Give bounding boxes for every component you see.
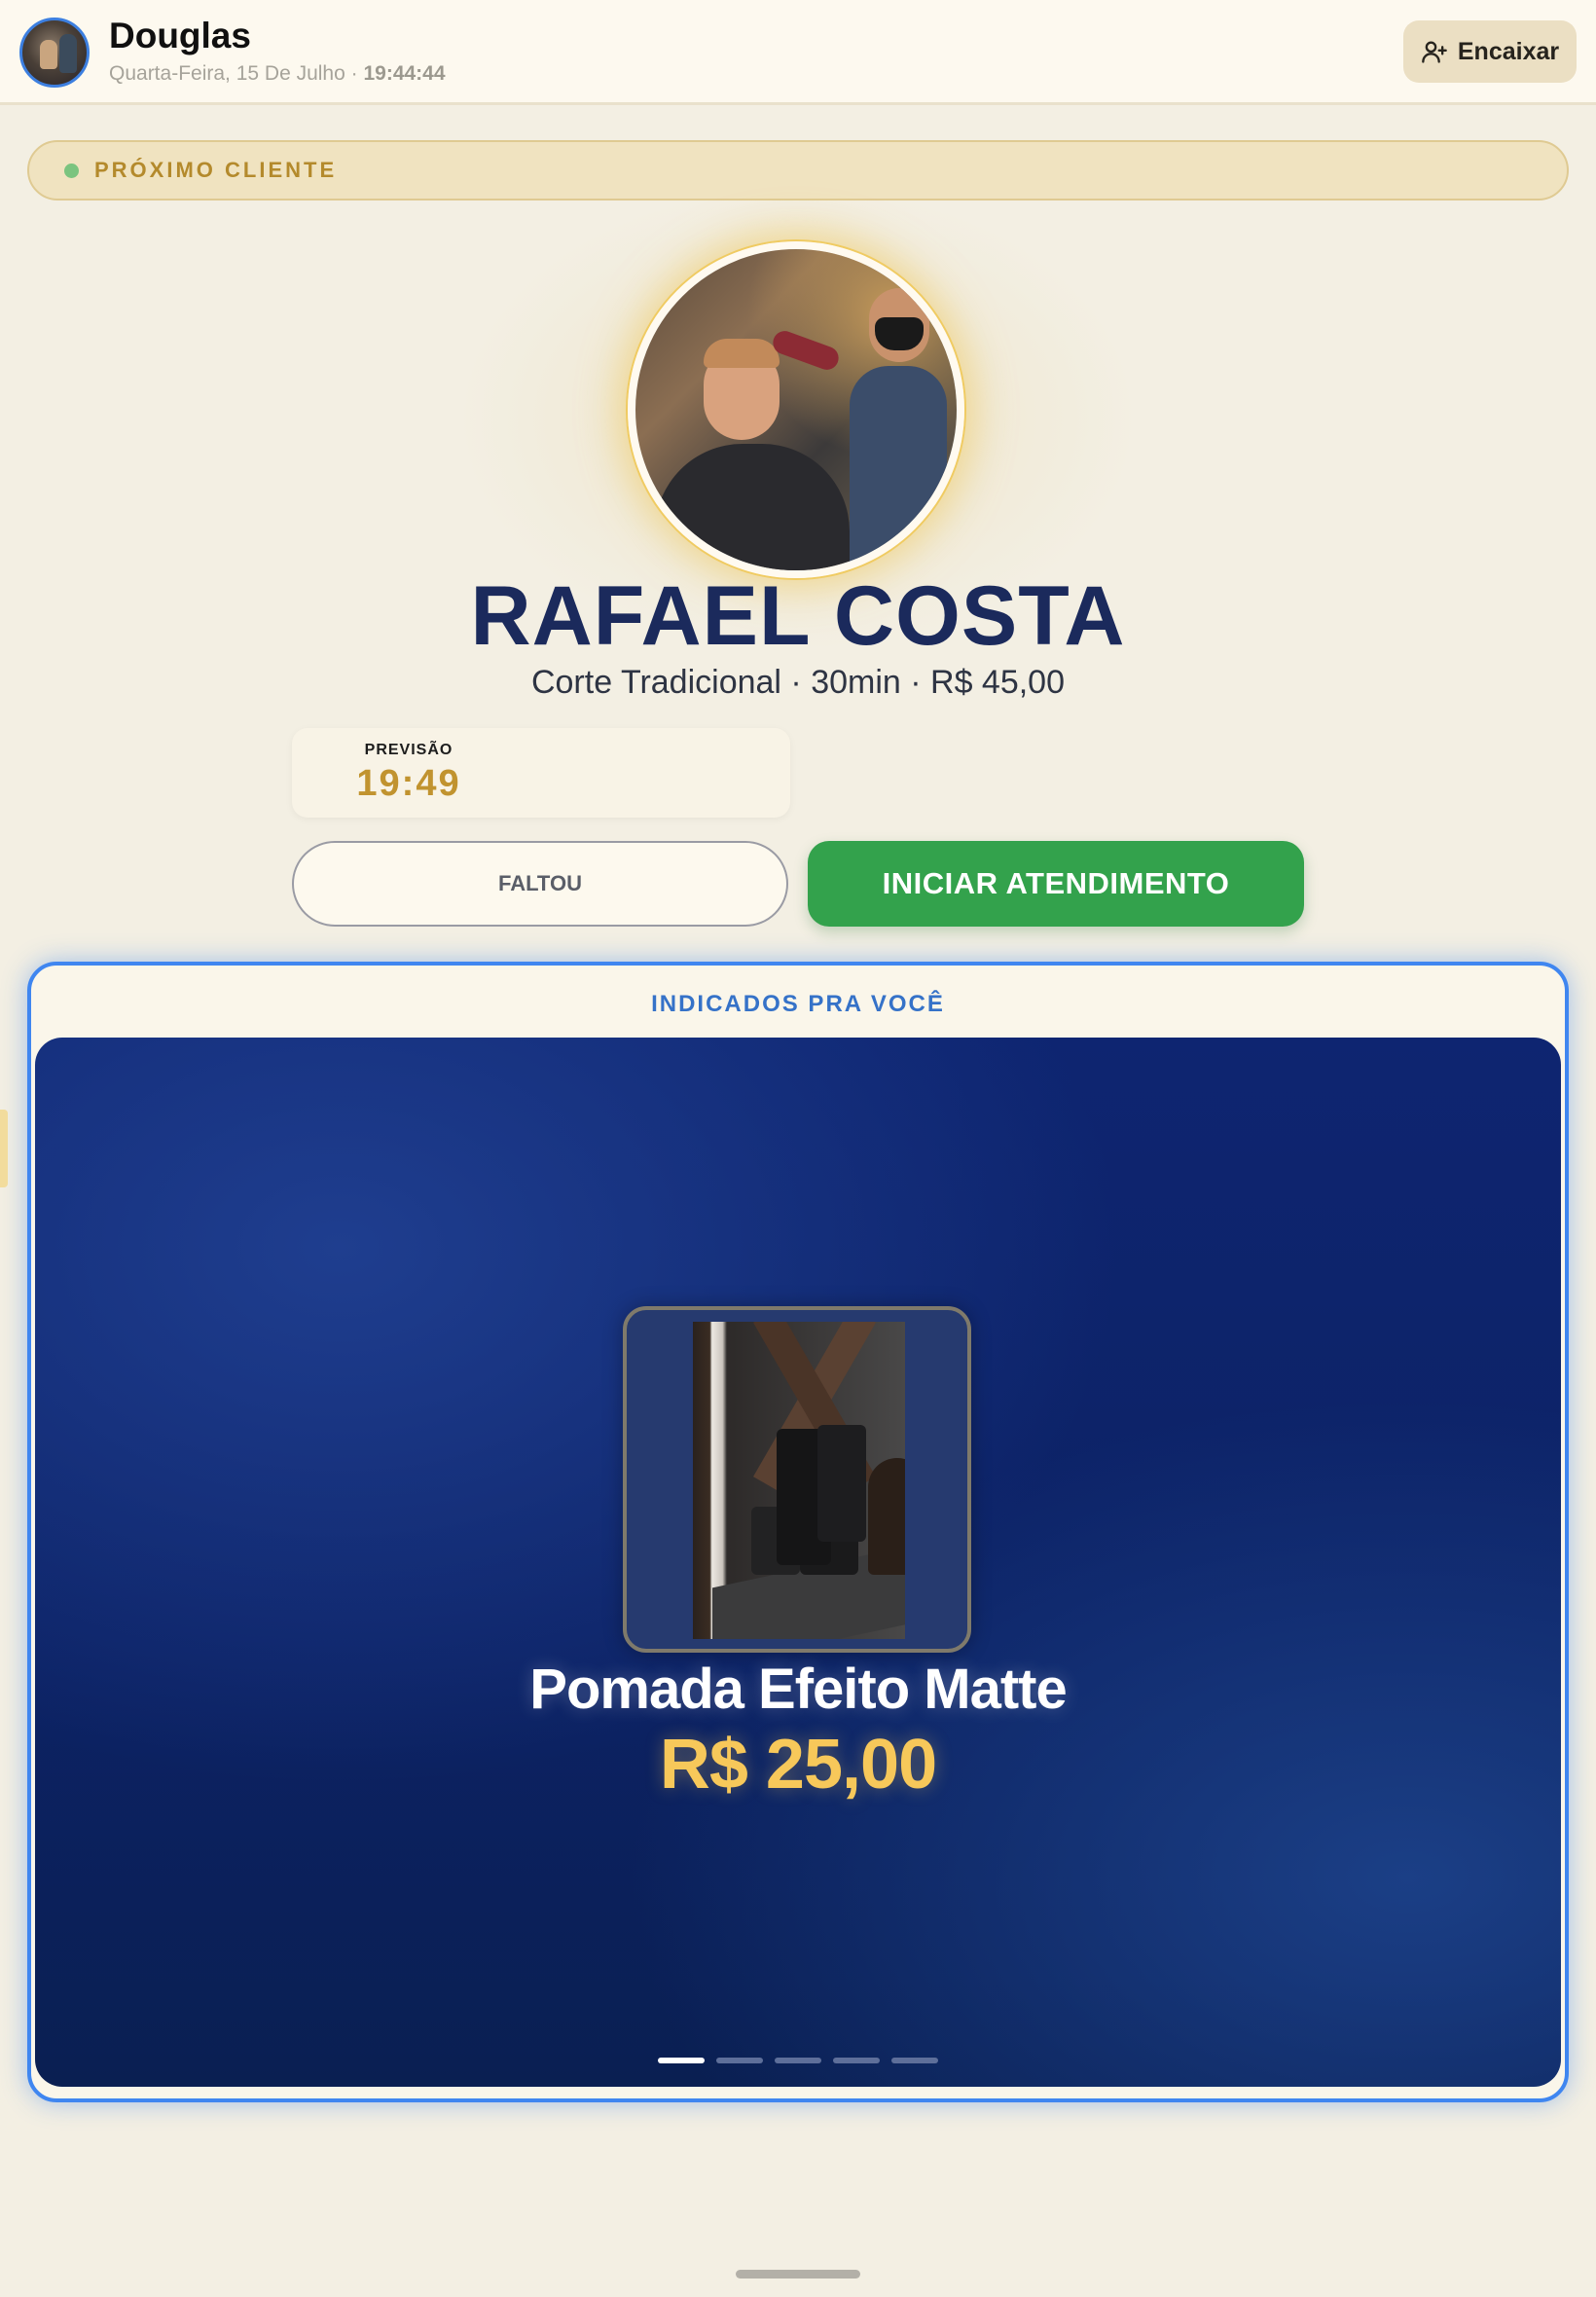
top-header: Douglas Quarta-Feira, 15 De Julho · 19:4… — [0, 0, 1596, 105]
green-dot-icon — [64, 163, 79, 178]
carousel-dot[interactable] — [716, 2058, 763, 2063]
faltou-button[interactable]: FALTOU — [292, 841, 788, 927]
current-time: 19:44:44 — [363, 62, 446, 85]
product-price: R$ 25,00 — [659, 1726, 937, 1804]
recommended-title: INDICADOS PRA VOCÊ — [651, 991, 945, 1017]
product-image-frame — [623, 1306, 971, 1653]
preview-time: 19:49 — [356, 763, 461, 804]
current-date: Quarta-Feira, 15 De Julho — [109, 62, 345, 85]
photo-barber — [850, 366, 947, 570]
home-indicator[interactable] — [736, 2270, 860, 2279]
next-client-label: PRÓXIMO CLIENTE — [94, 158, 338, 182]
avatar-figure — [40, 40, 57, 69]
side-pull-tab[interactable] — [0, 1110, 8, 1187]
carousel-indicator — [658, 2058, 938, 2063]
preview-label: PREVISÃO — [364, 742, 453, 758]
carousel-dot[interactable] — [833, 2058, 880, 2063]
client-service-details: Corte Tradicional · 30min · R$ 45,00 — [530, 664, 1066, 701]
carousel-dot[interactable] — [775, 2058, 821, 2063]
preview-card: PREVISÃO 19:49 — [292, 728, 790, 818]
user-avatar[interactable] — [19, 18, 90, 88]
encaixar-label: Encaixar — [1457, 37, 1560, 65]
carousel-dot[interactable] — [658, 2058, 705, 2063]
current-datetime: Quarta-Feira, 15 De Julho · 19:44:44 — [109, 62, 446, 86]
user-plus-icon — [1422, 41, 1447, 63]
product-image — [693, 1322, 905, 1639]
product-name: Pomada Efeito Matte — [529, 1658, 1067, 1721]
client-photo — [628, 241, 964, 578]
encaixar-button[interactable]: Encaixar — [1403, 20, 1577, 83]
carousel-dot[interactable] — [891, 2058, 938, 2063]
start-service-button[interactable]: INICIAR ATENDIMENTO — [808, 841, 1304, 927]
client-name: RAFAEL COSTA — [470, 569, 1126, 663]
avatar-figure-2 — [59, 34, 77, 73]
product-carousel[interactable]: Pomada Efeito Matte R$ 25,00 — [35, 1038, 1561, 2087]
user-name: Douglas — [109, 16, 251, 55]
recommended-panel: INDICADOS PRA VOCÊ Pomada Efeito Matte R… — [27, 962, 1569, 2102]
date-separator: · — [345, 62, 364, 85]
